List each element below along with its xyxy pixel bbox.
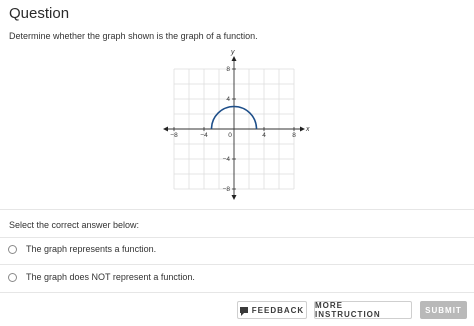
y-axis-top-arrow	[231, 56, 237, 61]
x-tick-label: 4	[262, 132, 266, 139]
divider	[0, 264, 474, 265]
select-answer-label: Select the correct answer below:	[9, 220, 140, 230]
radio-button[interactable]	[8, 273, 17, 282]
divider	[0, 292, 474, 293]
submit-label: SUBMIT	[425, 305, 462, 315]
x-axis-right-arrow	[300, 126, 305, 132]
y-tick-label: 8	[226, 66, 230, 73]
origin-label: 0	[228, 132, 232, 139]
y-tick-label: −4	[223, 156, 231, 163]
more-instruction-button[interactable]: MORE INSTRUCTION	[314, 301, 412, 319]
feedback-icon	[239, 307, 248, 316]
option-not-function[interactable]: The graph does NOT represent a function.	[0, 266, 474, 292]
option-label: The graph does NOT represent a function.	[26, 272, 195, 282]
y-axis-label: y	[230, 49, 235, 56]
y-tick-label: 4	[226, 96, 230, 103]
x-axis-label: x	[305, 126, 310, 133]
y-axis-bottom-arrow	[231, 195, 237, 200]
x-tick-label: −8	[170, 132, 178, 139]
option-function[interactable]: The graph represents a function.	[0, 238, 474, 264]
x-tick-label: 8	[292, 132, 296, 139]
feedback-label: FEEDBACK	[251, 305, 305, 315]
divider	[0, 209, 474, 210]
x-axis-left-arrow	[163, 126, 168, 132]
function-graph: −8 −4 0 4 8 8 4 −4 −8 x y	[163, 49, 310, 200]
submit-button[interactable]: SUBMIT	[420, 301, 467, 319]
more-instruction-label: MORE INSTRUCTION	[315, 301, 381, 319]
y-tick-label: −8	[223, 186, 231, 193]
x-tick-label: −4	[200, 132, 208, 139]
option-label: The graph represents a function.	[26, 244, 157, 254]
feedback-button[interactable]: FEEDBACK	[237, 301, 307, 319]
radio-button[interactable]	[8, 245, 17, 254]
